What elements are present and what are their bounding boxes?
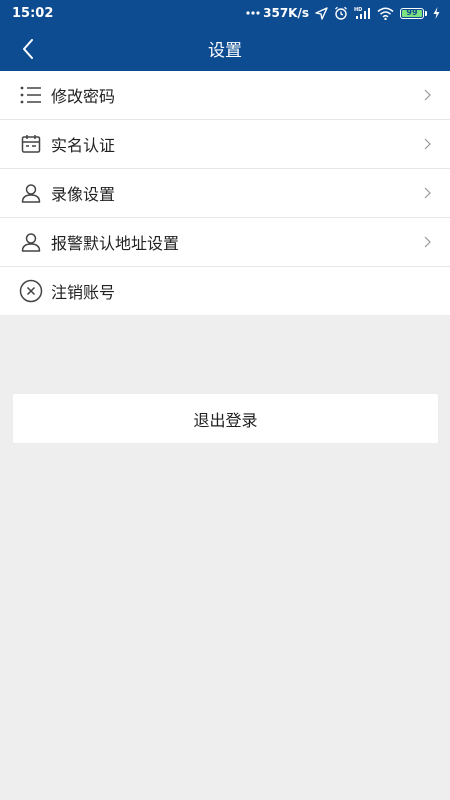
list-icon bbox=[19, 83, 43, 107]
status-time: 15:02 bbox=[12, 5, 54, 21]
settings-menu: 修改密码 实名认证 录像设置 报警默认地址设置 注销账号 bbox=[0, 71, 450, 315]
battery-icon: 99 bbox=[400, 7, 427, 19]
chevron-left-icon bbox=[23, 38, 33, 59]
battery-level: 99 bbox=[406, 8, 418, 17]
svg-text:HD: HD bbox=[354, 7, 362, 13]
menu-item-recording-settings[interactable]: 录像设置 bbox=[0, 169, 450, 218]
menu-item-label: 录像设置 bbox=[51, 185, 116, 204]
signal-hd-icon: HD bbox=[354, 7, 370, 19]
alarm-icon bbox=[335, 6, 347, 20]
calendar-icon bbox=[19, 132, 43, 156]
user-icon bbox=[19, 230, 43, 254]
app-bar: 设置 bbox=[0, 26, 450, 71]
chevron-right-icon bbox=[422, 235, 432, 249]
logout-button[interactable]: 退出登录 bbox=[13, 394, 438, 443]
menu-item-cancel-account[interactable]: 注销账号 bbox=[0, 267, 450, 315]
menu-item-label: 实名认证 bbox=[51, 136, 116, 155]
status-bar: 15:02 357K/s HD 99 bbox=[0, 0, 450, 26]
chevron-right-icon bbox=[422, 186, 432, 200]
more-dots-icon bbox=[246, 11, 260, 15]
user-icon bbox=[19, 181, 43, 205]
back-button[interactable] bbox=[10, 26, 46, 71]
charging-icon bbox=[433, 7, 440, 19]
menu-item-change-password[interactable]: 修改密码 bbox=[0, 71, 450, 120]
logout-label: 退出登录 bbox=[193, 410, 258, 430]
wifi-icon bbox=[377, 7, 394, 20]
close-circle-icon bbox=[19, 279, 43, 303]
net-speed: 357K/s bbox=[263, 6, 309, 20]
location-arrow-icon bbox=[315, 6, 328, 20]
status-icons: 357K/s HD 99 bbox=[246, 6, 440, 20]
menu-item-label: 报警默认地址设置 bbox=[51, 234, 180, 253]
menu-item-real-name-verification[interactable]: 实名认证 bbox=[0, 120, 450, 169]
menu-item-label: 注销账号 bbox=[51, 283, 116, 302]
menu-item-alarm-default-address[interactable]: 报警默认地址设置 bbox=[0, 218, 450, 267]
chevron-right-icon bbox=[422, 137, 432, 151]
page-title: 设置 bbox=[208, 41, 242, 61]
menu-item-label: 修改密码 bbox=[51, 87, 116, 106]
chevron-right-icon bbox=[422, 88, 432, 102]
